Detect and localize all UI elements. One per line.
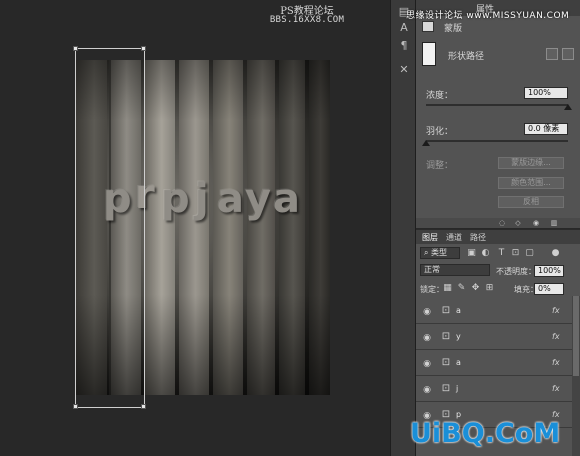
adjust-label: 调整： bbox=[426, 161, 454, 171]
transform-handle[interactable] bbox=[141, 404, 146, 409]
opacity-label: 不透明度： bbox=[496, 267, 536, 276]
shape-path-label: 形状路径 bbox=[448, 52, 485, 62]
fx-icon[interactable]: fx bbox=[552, 306, 560, 315]
watermark-text: 思缘设计论坛 www.MISSYUAN.COM bbox=[406, 11, 570, 21]
density-slider[interactable] bbox=[426, 104, 568, 106]
path-thumbnail[interactable] bbox=[422, 42, 436, 66]
filter-type-dropdown[interactable]: ⌕ 类型 bbox=[420, 247, 460, 259]
mask-icon bbox=[422, 21, 434, 32]
transform-handle[interactable] bbox=[73, 46, 78, 51]
blend-mode-dropdown[interactable]: 正常 bbox=[420, 264, 490, 276]
load-selection-icon[interactable]: ◌ bbox=[496, 218, 508, 228]
filter-toggle-icon[interactable]: ● bbox=[550, 248, 561, 259]
eye-icon[interactable]: ◉ bbox=[422, 333, 432, 343]
shape-filter-icon[interactable]: ⊡ bbox=[510, 248, 521, 259]
mask-label: 蒙版 bbox=[444, 24, 463, 34]
density-label: 浓度： bbox=[426, 91, 454, 101]
fx-icon[interactable]: fx bbox=[552, 384, 560, 393]
transform-selection-box[interactable] bbox=[73, 46, 146, 409]
shape-layer-icon: ⊡ bbox=[441, 383, 451, 394]
lock-transparent-icon[interactable]: ▦ bbox=[442, 283, 453, 294]
lock-label: 锁定： bbox=[420, 285, 444, 294]
layers-scrollbar[interactable] bbox=[572, 296, 580, 456]
layers-tabbar: 图层 通道 路径 bbox=[416, 230, 580, 244]
smart-object-filter-icon[interactable]: ▢ bbox=[524, 248, 535, 259]
tab-layers[interactable]: 图层 bbox=[422, 232, 438, 243]
mask-row: 蒙版 bbox=[422, 20, 574, 34]
type-filter-icon[interactable]: T bbox=[496, 248, 507, 259]
density-slider-thumb[interactable] bbox=[564, 104, 572, 110]
transform-handle[interactable] bbox=[73, 404, 78, 409]
feather-slider[interactable] bbox=[426, 140, 568, 142]
add-mask-icon[interactable] bbox=[546, 48, 558, 60]
fx-icon[interactable]: fx bbox=[552, 358, 560, 367]
vector-mask-icon[interactable] bbox=[562, 48, 574, 60]
opacity-input[interactable]: 100% bbox=[534, 265, 564, 277]
layer-name: a bbox=[456, 358, 461, 367]
feather-slider-thumb[interactable] bbox=[422, 140, 430, 146]
layer-name: a bbox=[456, 306, 461, 315]
shape-layer-icon: ⊡ bbox=[441, 357, 451, 368]
forum-url: BBS.16XX8.COM bbox=[269, 15, 345, 25]
eye-icon[interactable]: ◉ bbox=[422, 385, 432, 395]
filter-type-value: 类型 bbox=[431, 248, 448, 257]
color-range-button[interactable]: 颜色范围... bbox=[498, 177, 564, 189]
layer-row[interactable]: ◉ ⊡ a fx bbox=[416, 300, 572, 324]
eye-icon[interactable]: ◉ bbox=[422, 307, 432, 317]
watermark-logo: UiBQ.CoM bbox=[410, 418, 561, 449]
adjustment-filter-icon[interactable]: ◐ bbox=[480, 248, 491, 259]
shape-layer-icon: ⊡ bbox=[441, 305, 451, 316]
transform-handle[interactable] bbox=[141, 46, 146, 51]
properties-panel: 属性 蒙版 形状路径 浓度： 100% 羽化： 0.0 像素 调整： 蒙版边缘.… bbox=[416, 0, 580, 228]
density-input[interactable]: 100% bbox=[524, 87, 568, 99]
eye-icon[interactable]: ◉ bbox=[422, 359, 432, 369]
toggle-mask-icon[interactable]: ◉ bbox=[530, 218, 542, 228]
lock-position-icon[interactable]: ✥ bbox=[470, 283, 481, 294]
panel-icon-strip: ▤ A ¶ ✕ bbox=[390, 0, 416, 456]
apply-mask-icon[interactable]: ◇ bbox=[512, 218, 524, 228]
layer-name: j bbox=[456, 384, 459, 393]
layer-row[interactable]: ◉ ⊡ j fx bbox=[416, 378, 572, 402]
invert-button[interactable]: 反相 bbox=[498, 196, 564, 208]
layer-filter-row: ⌕ 类型 ▣ ◐ T ⊡ ▢ ● bbox=[420, 247, 576, 261]
lock-all-icon[interactable]: ⊞ bbox=[484, 283, 495, 294]
layer-row[interactable]: ◉ ⊡ a fx bbox=[416, 352, 572, 376]
tab-paths[interactable]: 路径 bbox=[470, 232, 486, 243]
shape-path-row: 形状路径 bbox=[422, 42, 574, 66]
search-icon: ⌕ bbox=[424, 248, 432, 257]
feather-input[interactable]: 0.0 像素 bbox=[524, 123, 568, 135]
fx-icon[interactable]: fx bbox=[552, 332, 560, 341]
pixel-filter-icon[interactable]: ▣ bbox=[466, 248, 477, 259]
shape-layer-icon: ⊡ bbox=[441, 331, 451, 342]
lock-pixels-icon[interactable]: ✎ bbox=[456, 283, 467, 294]
paragraph-icon[interactable]: ¶ bbox=[396, 38, 412, 54]
layer-row[interactable]: ◉ ⊡ y fx bbox=[416, 326, 572, 350]
mask-edge-button[interactable]: 蒙版边缘... bbox=[498, 157, 564, 169]
feather-label: 羽化： bbox=[426, 127, 454, 137]
tab-channels[interactable]: 通道 bbox=[446, 232, 462, 243]
layers-scrollbar-thumb[interactable] bbox=[573, 296, 579, 376]
document-canvas[interactable]: PS教程论坛 BBS.16XX8.COM p r p j a y a bbox=[0, 0, 390, 456]
delete-mask-icon[interactable]: ▥ bbox=[548, 218, 560, 228]
character-icon[interactable]: A bbox=[396, 20, 412, 36]
tools-icon[interactable]: ✕ bbox=[396, 62, 412, 78]
layer-name: y bbox=[456, 332, 461, 341]
properties-footer: ◌ ◇ ◉ ▥ bbox=[416, 218, 580, 228]
fill-input[interactable]: 0% bbox=[534, 283, 564, 295]
